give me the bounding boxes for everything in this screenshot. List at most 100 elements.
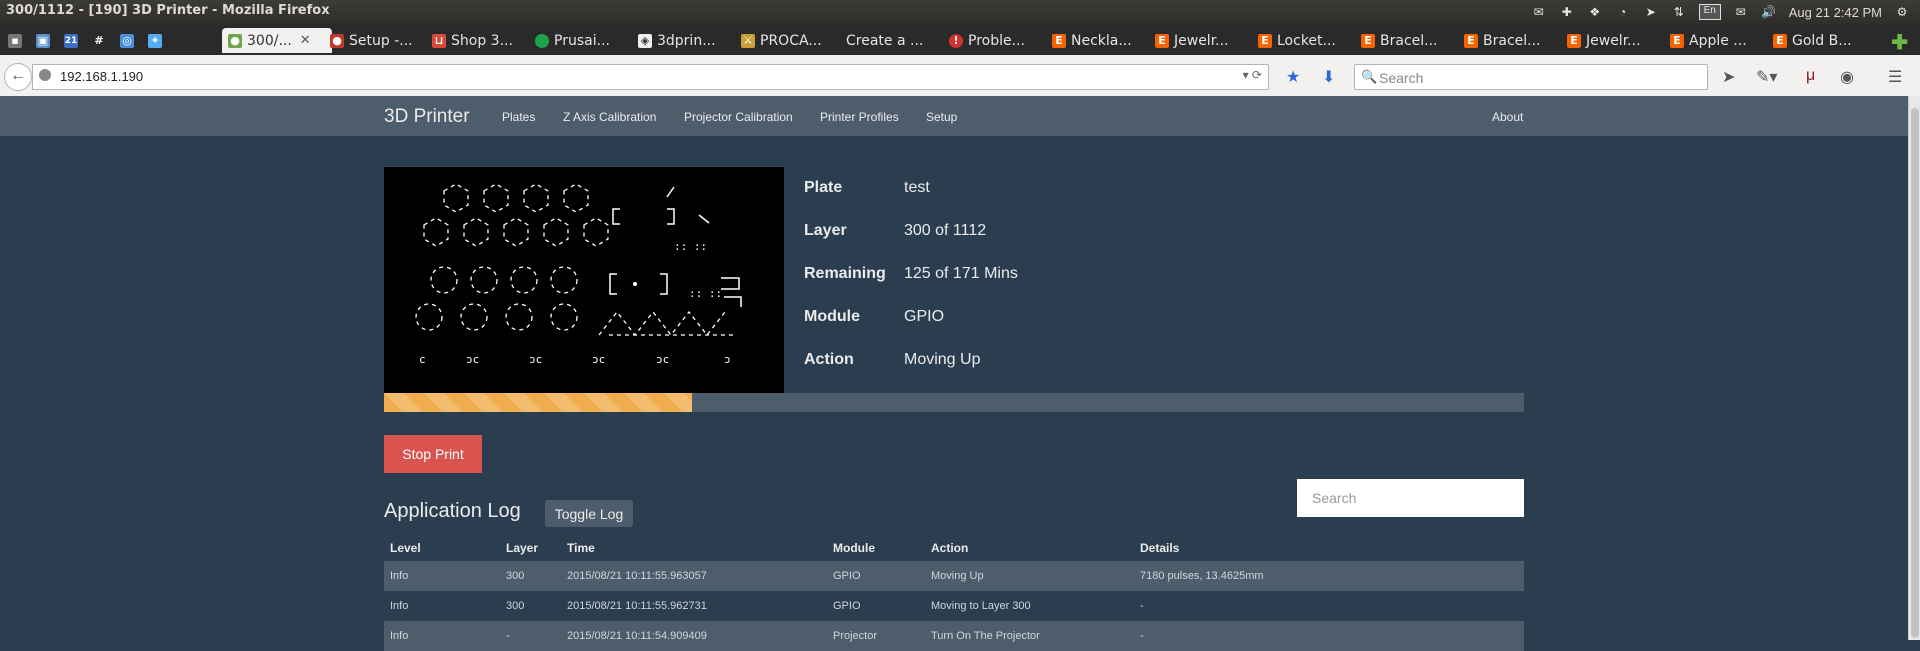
tab-locket[interactable]: E Locket... (1258, 28, 1353, 53)
tab-bracelet-1[interactable]: E Bracel... (1361, 28, 1456, 53)
clock[interactable]: Aug 21 2:42 PM (1789, 5, 1882, 20)
app-brand[interactable]: 3D Printer (384, 106, 470, 128)
nav-printer-profiles[interactable]: Printer Profiles (820, 110, 899, 124)
tab-apple[interactable]: E Apple ... (1670, 28, 1765, 53)
svg-text::: ::: :: :: (674, 240, 707, 253)
cell-layer: - (500, 621, 561, 651)
tab-jewelry-1[interactable]: E Jewelr... (1155, 28, 1250, 53)
cell-module: Projector (827, 621, 925, 651)
settings-gear-icon[interactable]: ⚙ (1894, 5, 1910, 19)
column-header-module[interactable]: Module (827, 535, 925, 561)
mail-tray-icon[interactable]: ✉ (1531, 5, 1547, 19)
address-bar[interactable]: 192.168.1.190 ▾ ⟳ (32, 64, 1269, 90)
svg-text:ɔc: ɔc (656, 353, 669, 366)
tab-procad[interactable]: ⚔ PROCA... (741, 28, 836, 53)
action-value: Moving Up (904, 351, 981, 368)
plus-tray-icon[interactable]: ✚ (1559, 5, 1575, 19)
tools-icon[interactable]: ✎▾ (1756, 67, 1777, 87)
scroll-thumb[interactable] (1911, 108, 1919, 638)
column-header-action[interactable]: Action (925, 535, 1134, 561)
tab-jewelry-2[interactable]: E Jewelr... (1567, 28, 1662, 53)
volume-icon[interactable]: 🔊 (1761, 5, 1777, 19)
reload-icon[interactable]: ▾ ⟳ (1243, 68, 1262, 82)
tab-create[interactable]: Create a ... (846, 28, 941, 53)
new-tab-icon[interactable]: ✚ (1891, 30, 1908, 55)
pinned-tab-slack[interactable]: # (86, 28, 112, 53)
twitter-icon: ✦ (148, 33, 162, 48)
svg-text:ɔc: ɔc (466, 353, 479, 366)
etsy-icon: E (1773, 33, 1787, 48)
nav-plates[interactable]: Plates (502, 110, 535, 124)
cell-action: Moving Up (925, 561, 1134, 591)
tab-active[interactable]: ● 300/... ✕ (222, 28, 332, 53)
column-header-details[interactable]: Details (1134, 535, 1524, 561)
tab-prusa[interactable]: Prusai... (535, 28, 630, 53)
etsy-icon: E (1464, 33, 1478, 48)
calendar-icon: 21 (64, 33, 78, 48)
column-header-time[interactable]: Time (561, 535, 827, 561)
remaining-label: Remaining (804, 265, 886, 282)
progress-fill (384, 393, 692, 412)
feed-icon: ◎ (120, 33, 134, 48)
prusa-icon (535, 33, 549, 48)
pinned-tab-feed[interactable]: ◎ (114, 28, 140, 53)
cell-layer: 300 (500, 561, 561, 591)
column-header-level[interactable]: Level (384, 535, 500, 561)
menu-icon[interactable]: ☰ (1888, 67, 1902, 87)
stop-print-button[interactable]: Stop Print (384, 435, 482, 473)
cell-module: GPIO (827, 561, 925, 591)
browser-search-field[interactable]: 🔍 Search (1354, 64, 1708, 90)
cell-details: 7180 pulses, 13.4625mm (1134, 561, 1524, 591)
ublock-icon[interactable]: μ (1806, 67, 1815, 85)
pinned-tab-twitter[interactable]: ✦ (142, 28, 168, 53)
plate-label: Plate (804, 179, 843, 196)
gmail-icon: ● (330, 33, 344, 48)
pinned-tab-app[interactable]: ▣ (30, 28, 56, 53)
printer-favicon: ● (228, 33, 242, 48)
tab-label: Locket... (1277, 32, 1336, 49)
action-label: Action (804, 351, 854, 368)
tab-shop[interactable]: ⊔ Shop 3... (432, 28, 527, 53)
hash-icon: # (94, 33, 104, 47)
pinned-tab-calendar[interactable]: 21 (58, 28, 84, 53)
bookmark-icon[interactable]: ★ (1286, 67, 1300, 87)
tab-problem[interactable]: ! Proble... (949, 28, 1044, 53)
tab-bracelet-2[interactable]: E Bracel... (1464, 28, 1559, 53)
app-navbar: 3D Printer Plates Z Axis Calibration Pro… (0, 96, 1908, 136)
nav-z-axis-calibration[interactable]: Z Axis Calibration (563, 110, 656, 124)
close-tab-icon[interactable]: ✕ (300, 33, 311, 48)
messages-icon[interactable]: ✉ (1733, 5, 1749, 19)
nav-setup[interactable]: Setup (926, 110, 957, 124)
app-icon: ▣ (36, 33, 50, 48)
tab-setup[interactable]: ● Setup -... (330, 28, 425, 53)
back-button[interactable]: ← (4, 63, 32, 91)
pinned-tab-chat[interactable]: ▪ (2, 28, 28, 53)
log-search-input[interactable]: Search (1297, 479, 1524, 517)
tab-gold[interactable]: E Gold B... (1773, 28, 1868, 53)
telegram-icon[interactable]: ➤ (1643, 5, 1659, 19)
chat-bubble-icon[interactable]: ◉ (1840, 67, 1854, 87)
keyboard-layout-indicator[interactable]: En (1698, 4, 1721, 20)
table-row: Info 300 2015/08/21 10:11:55.962731 GPIO… (384, 591, 1524, 621)
dropbox-icon[interactable]: ❖ (1587, 5, 1603, 19)
tab-necklace[interactable]: E Neckla... (1052, 28, 1147, 53)
remaining-value: 125 of 171 Mins (904, 265, 1018, 282)
etsy-icon: E (1670, 33, 1684, 48)
cube-icon: ◈ (638, 33, 652, 48)
page-scrollbar[interactable] (1908, 96, 1920, 640)
network-icon[interactable]: ⇅ (1671, 5, 1687, 19)
browser-toolbar: ← 192.168.1.190 ▾ ⟳ ★ ⬇ 🔍 Search ➤ ✎▾ μ … (0, 55, 1920, 97)
tab-label: Apple ... (1689, 32, 1747, 49)
send-icon[interactable]: ➤ (1722, 67, 1735, 87)
toggle-log-button[interactable]: Toggle Log (545, 500, 633, 527)
layer-preview-image: c ɔc ɔc ɔc ɔc ɔ :: :: :: :: (384, 167, 784, 393)
search-icon: 🔍 (1361, 69, 1378, 84)
skype-icon[interactable]: ◔ (1615, 5, 1631, 19)
nav-about[interactable]: About (1492, 110, 1523, 124)
cell-time: 2015/08/21 10:11:55.963057 (561, 561, 827, 591)
tab-3dprint[interactable]: ◈ 3dprin... (638, 28, 733, 53)
nav-projector-calibration[interactable]: Projector Calibration (684, 110, 793, 124)
download-icon[interactable]: ⬇ (1322, 67, 1335, 87)
column-header-layer[interactable]: Layer (500, 535, 561, 561)
plate-value: test (904, 179, 930, 196)
